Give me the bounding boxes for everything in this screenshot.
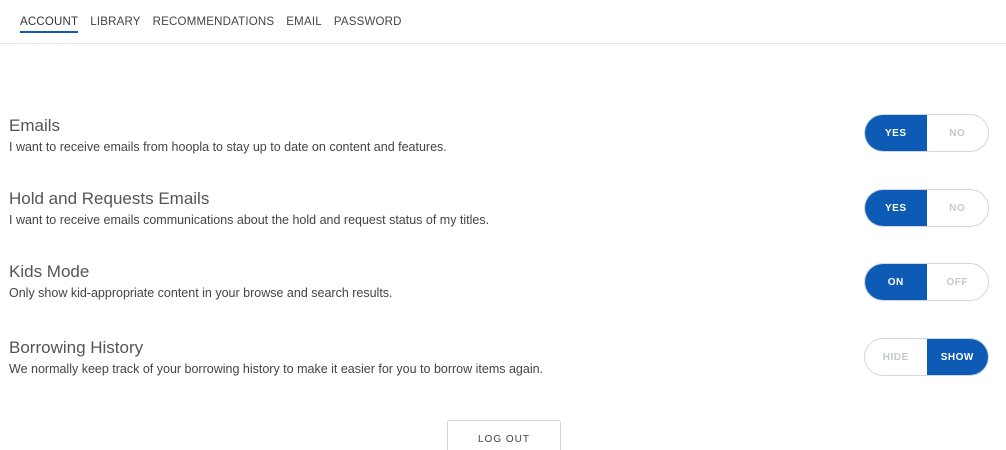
kids-mode-toggle: ON OFF [864, 263, 989, 301]
logout-button[interactable]: LOG OUT [447, 420, 561, 450]
settings-page: ACCOUNT LIBRARY RECOMMENDATIONS EMAIL PA… [0, 0, 1006, 450]
hold-requests-yes-option[interactable]: YES [865, 190, 927, 226]
setting-hold-requests-description: I want to receive emails communications … [9, 213, 490, 227]
borrowing-history-toggle: HIDE SHOW [864, 338, 989, 376]
setting-kids-mode-description: Only show kid-appropriate content in you… [9, 286, 393, 300]
emails-no-option[interactable]: NO [927, 115, 989, 151]
setting-emails-description: I want to receive emails from hoopla to … [9, 140, 447, 154]
hold-requests-no-option[interactable]: NO [927, 190, 989, 226]
setting-emails-title: Emails [9, 116, 61, 135]
tab-recommendations[interactable]: RECOMMENDATIONS [152, 0, 275, 28]
kids-mode-on-option[interactable]: ON [865, 264, 927, 300]
tab-library[interactable]: LIBRARY [90, 0, 141, 28]
setting-borrowing-history: Borrowing History We normally keep track… [9, 338, 999, 382]
tab-password[interactable]: PASSWORD [333, 0, 402, 28]
tab-email-label: EMAIL [286, 16, 322, 28]
hold-requests-toggle: YES NO [864, 189, 989, 227]
kids-mode-off-option[interactable]: OFF [927, 264, 989, 300]
tab-email[interactable]: EMAIL [286, 0, 322, 28]
borrowing-history-hide-option[interactable]: HIDE [865, 339, 927, 375]
setting-borrowing-history-title: Borrowing History [9, 338, 144, 357]
emails-toggle: YES NO [864, 114, 989, 152]
setting-emails: Emails I want to receive emails from hoo… [9, 116, 999, 160]
tab-account-label: ACCOUNT [20, 16, 79, 33]
setting-kids-mode: Kids Mode Only show kid-appropriate cont… [9, 262, 999, 306]
setting-hold-requests-emails: Hold and Requests Emails I want to recei… [9, 189, 999, 233]
tab-recommendations-label: RECOMMENDATIONS [152, 16, 275, 28]
setting-hold-requests-title: Hold and Requests Emails [9, 189, 210, 208]
tab-divider [0, 43, 1006, 44]
settings-tabs: ACCOUNT LIBRARY RECOMMENDATIONS EMAIL PA… [20, 0, 414, 43]
emails-yes-option[interactable]: YES [865, 115, 927, 151]
setting-borrowing-history-description: We normally keep track of your borrowing… [9, 362, 544, 376]
setting-kids-mode-title: Kids Mode [9, 262, 90, 281]
borrowing-history-show-option[interactable]: SHOW [926, 339, 988, 375]
tab-password-label: PASSWORD [333, 16, 402, 28]
tab-account[interactable]: ACCOUNT [20, 0, 79, 33]
tab-library-label: LIBRARY [90, 16, 141, 28]
